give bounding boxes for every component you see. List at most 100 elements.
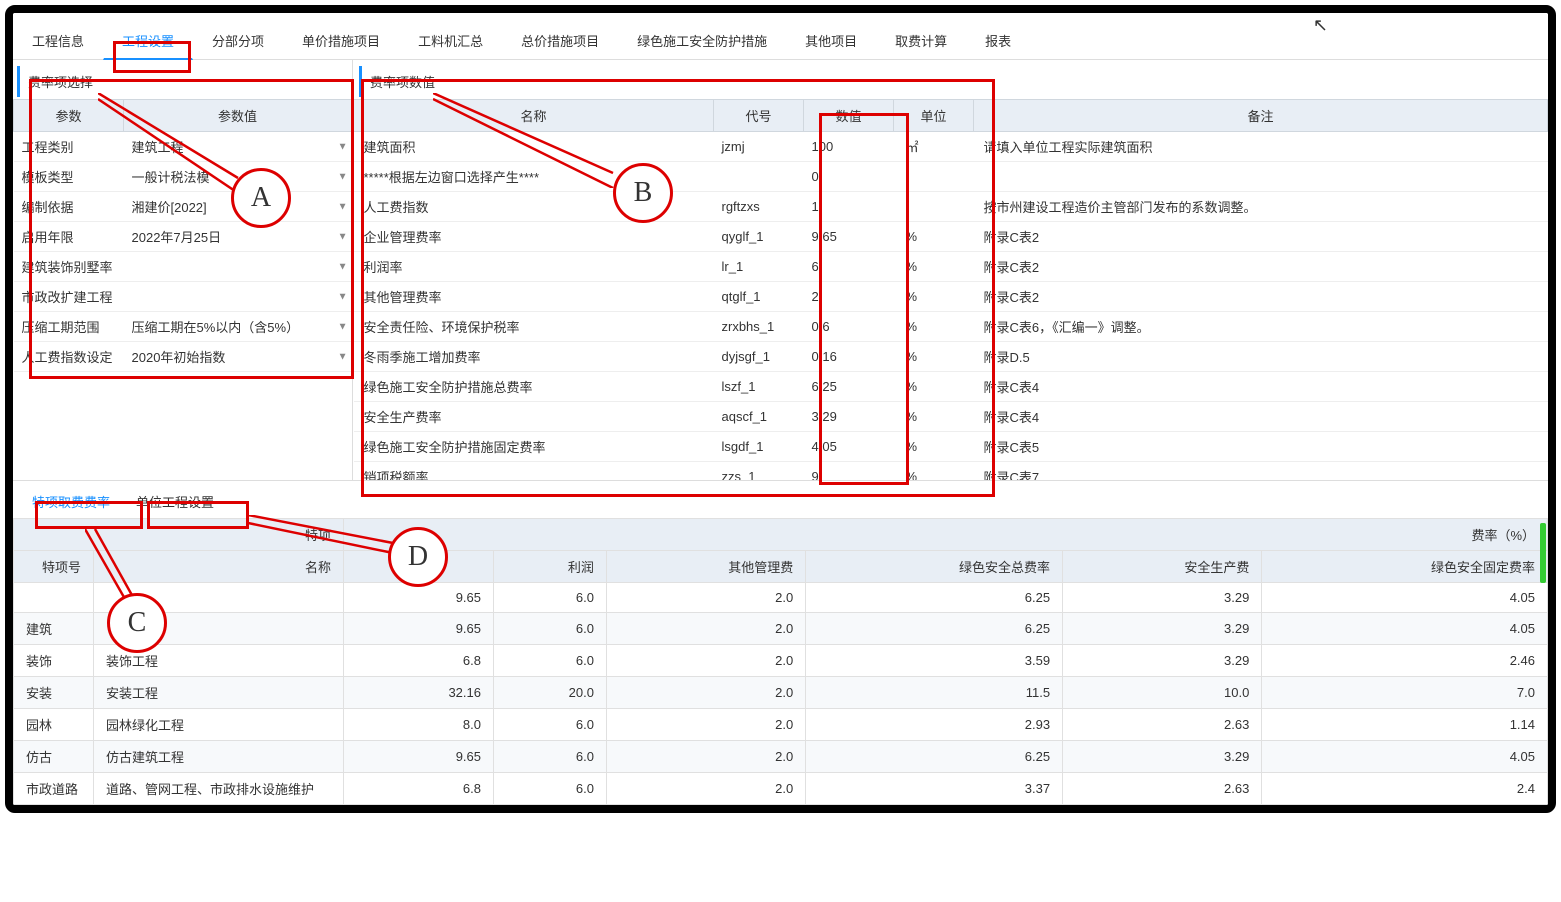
chevron-down-icon: ▼ — [338, 201, 348, 212]
param-value-dropdown[interactable]: ▼ — [124, 282, 352, 312]
rate-cell-unit: % — [894, 282, 974, 312]
rate-cell-code: qtglf_1 — [714, 282, 804, 312]
rate-values-panel: 费率项数值 名称 代号 数值 单位 备注 建筑面积jzmj100㎡请填入单位工程… — [353, 60, 1548, 480]
special-cell-name: 园林绿化工程 — [94, 709, 344, 741]
special-row: 安装安装工程32.1620.02.011.510.07.0 — [14, 677, 1548, 709]
rate-cell-unit — [894, 192, 974, 222]
param-label: 建筑装饰别墅率 — [14, 252, 124, 282]
param-value-dropdown[interactable]: 一般计税法模▼ — [124, 162, 352, 192]
rate-cell-value[interactable]: 0 — [804, 162, 894, 192]
bottom-tabs: 特项取费费率单位工程设置 — [13, 480, 1548, 518]
rate-cell-value[interactable]: 2 — [804, 282, 894, 312]
special-cell-c1: 6.0 — [494, 709, 607, 741]
special-rate-table: 特项 费率（%） 特项号 名称 利润 其他管理费 绿色安全总费率 安全生产费 绿… — [13, 518, 1548, 805]
special-cell-name — [94, 583, 344, 613]
rate-selection-title: 费率项选择 — [17, 66, 348, 97]
special-cell-c2: 2.0 — [606, 773, 805, 805]
rate-cell-code: rgftzxs — [714, 192, 804, 222]
param-value-dropdown[interactable]: 压缩工期在5%以内（含5%）▼ — [124, 312, 352, 342]
rate-cell-remark: 附录C表4 — [974, 402, 1548, 432]
special-cell-c2: 2.0 — [606, 741, 805, 773]
special-cell-name: 道路、管网工程、市政排水设施维护 — [94, 773, 344, 805]
rate-cell-value[interactable]: 6.25 — [804, 372, 894, 402]
tab-4[interactable]: 工料机汇总 — [399, 22, 502, 60]
param-label: 编制依据 — [14, 192, 124, 222]
rate-cell-unit: % — [894, 252, 974, 282]
tab-5[interactable]: 总价措施项目 — [502, 22, 618, 60]
special-cell-id: 仿古 — [14, 741, 94, 773]
special-cell-id: 建筑 — [14, 613, 94, 645]
rate-cell-value[interactable]: 9.65 — [804, 222, 894, 252]
param-label: 工程类别 — [14, 132, 124, 162]
special-cell-c4: 3.29 — [1063, 645, 1262, 677]
tab-0[interactable]: 工程信息 — [13, 22, 103, 60]
rate-cell-value[interactable]: 6 — [804, 252, 894, 282]
param-label: 压缩工期范围 — [14, 312, 124, 342]
rate-cell-code: aqscf_1 — [714, 402, 804, 432]
tab-2[interactable]: 分部分项 — [193, 22, 283, 60]
special-cell-c4: 3.29 — [1063, 613, 1262, 645]
special-row: 9.656.02.06.253.294.05 — [14, 583, 1548, 613]
rate-cell-name: 销项税额率 — [354, 462, 714, 481]
rate-cell-value[interactable]: 100 — [804, 132, 894, 162]
special-cell-c5: 4.05 — [1262, 583, 1548, 613]
rate-row: 利润率lr_16%附录C表2 — [354, 252, 1548, 282]
rate-cell-value[interactable]: 1 — [804, 192, 894, 222]
app-window: 工程信息工程设置分部分项单价措施项目工料机汇总总价措施项目绿色施工安全防护措施其… — [5, 5, 1556, 813]
rate-cell-value[interactable]: 0.16 — [804, 342, 894, 372]
chevron-down-icon: ▼ — [338, 171, 348, 182]
special-cell-name: 装饰工程 — [94, 645, 344, 677]
col-code: 代号 — [714, 100, 804, 132]
param-row: 编制依据湘建价[2022]▼ — [14, 192, 352, 222]
rate-cell-name: 冬雨季施工增加费率 — [354, 342, 714, 372]
col-c0 — [344, 551, 494, 583]
rate-cell-value[interactable]: 3.29 — [804, 402, 894, 432]
rate-cell-name: 安全责任险、环境保护税率 — [354, 312, 714, 342]
rate-cell-code: lr_1 — [714, 252, 804, 282]
special-cell-name: 仿古建筑工程 — [94, 741, 344, 773]
col-c4: 安全生产费 — [1063, 551, 1262, 583]
rate-cell-remark: 附录C表5 — [974, 432, 1548, 462]
rate-cell-value[interactable]: 0.6 — [804, 312, 894, 342]
scrollbar-indicator[interactable] — [1540, 523, 1546, 583]
param-row: 模板类型一般计税法模▼ — [14, 162, 352, 192]
special-cell-c2: 2.0 — [606, 677, 805, 709]
special-cell-c5: 4.05 — [1262, 613, 1548, 645]
param-value-dropdown[interactable]: ▼ — [124, 252, 352, 282]
tab-8[interactable]: 取费计算 — [876, 22, 966, 60]
cursor-icon: ↖ — [1313, 15, 1328, 36]
col-value: 参数值 — [124, 100, 352, 132]
col-c3: 绿色安全总费率 — [806, 551, 1063, 583]
rate-cell-code: zrxbhs_1 — [714, 312, 804, 342]
special-cell-c1: 6.0 — [494, 741, 607, 773]
rate-cell-code: lszf_1 — [714, 372, 804, 402]
special-cell-c4: 3.29 — [1063, 583, 1262, 613]
special-cell-c4: 2.63 — [1063, 773, 1262, 805]
tab-6[interactable]: 绿色施工安全防护措施 — [618, 22, 786, 60]
tab-3[interactable]: 单价措施项目 — [283, 22, 399, 60]
rate-cell-unit: % — [894, 222, 974, 252]
rate-cell-code: lsgdf_1 — [714, 432, 804, 462]
param-value-dropdown[interactable]: 2022年7月25日▼ — [124, 222, 352, 252]
col-special-id: 特项号 — [14, 551, 94, 583]
bottom-tab-0[interactable]: 特项取费费率 — [19, 485, 123, 518]
special-cell-c4: 10.0 — [1063, 677, 1262, 709]
col-c1: 利润 — [494, 551, 607, 583]
tab-9[interactable]: 报表 — [966, 22, 1030, 60]
rate-cell-remark: 附录C表2 — [974, 252, 1548, 282]
special-cell-c3: 11.5 — [806, 677, 1063, 709]
tab-1[interactable]: 工程设置 — [103, 22, 193, 60]
bottom-tab-1[interactable]: 单位工程设置 — [123, 485, 227, 518]
param-value-dropdown[interactable]: 建筑工程▼ — [124, 132, 352, 162]
param-value-dropdown[interactable]: 2020年初始指数▼ — [124, 342, 352, 372]
rate-row: 销项税额率zzs_19%附录C表7 — [354, 462, 1548, 481]
rate-cell-value[interactable]: 4.05 — [804, 432, 894, 462]
special-cell-c5: 2.46 — [1262, 645, 1548, 677]
main-area: 费率项选择 参数 参数值 工程类别建筑工程▼模板类型一般计税法模▼编制依据湘建价… — [13, 60, 1548, 480]
tab-7[interactable]: 其他项目 — [786, 22, 876, 60]
special-cell-c5: 4.05 — [1262, 741, 1548, 773]
rate-row: 冬雨季施工增加费率dyjsgf_10.16%附录D.5 — [354, 342, 1548, 372]
rate-cell-value[interactable]: 9 — [804, 462, 894, 481]
special-row: 园林园林绿化工程8.06.02.02.932.631.14 — [14, 709, 1548, 741]
param-value-dropdown[interactable]: 湘建价[2022]▼ — [124, 192, 352, 222]
